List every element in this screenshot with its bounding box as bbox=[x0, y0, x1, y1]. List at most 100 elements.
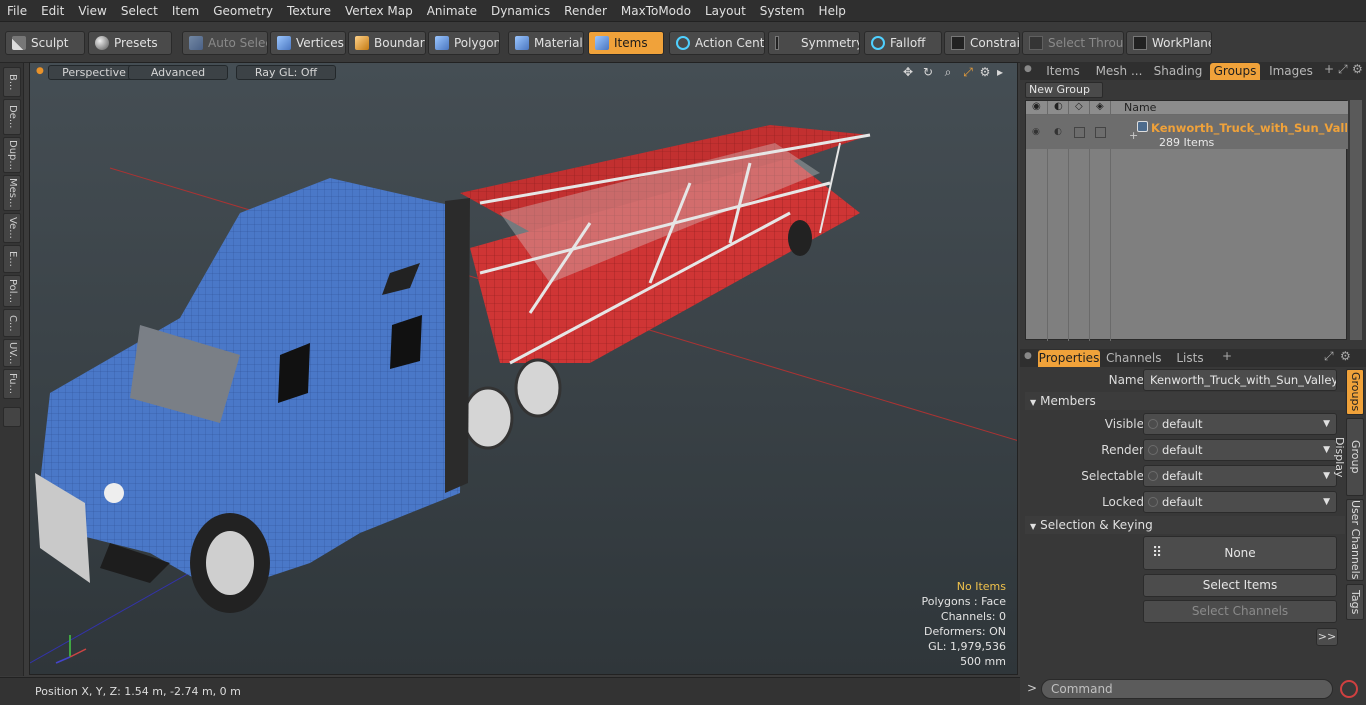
side-tab-user-channels[interactable]: User Channels bbox=[1346, 499, 1364, 581]
left-tab-8[interactable]: C... bbox=[3, 309, 21, 337]
members-section[interactable]: ▼ Members bbox=[1025, 392, 1345, 410]
side-tab-group-display[interactable]: Group Display bbox=[1333, 418, 1364, 496]
expand-icon[interactable]: ⤢ bbox=[1338, 62, 1348, 77]
name-field[interactable]: Kenworth_Truck_with_Sun_Valley_Car bbox=[1143, 369, 1337, 391]
side-tab-groups[interactable]: Groups bbox=[1346, 369, 1364, 415]
raygl-dropdown[interactable]: Ray GL: Off bbox=[236, 65, 336, 80]
locked-row: Locked default ▼ bbox=[1020, 491, 1340, 513]
shading-mode-dropdown[interactable]: Advanced bbox=[128, 65, 228, 80]
command-input[interactable]: Command bbox=[1041, 679, 1333, 699]
select-through-button[interactable]: Select Through bbox=[1022, 31, 1124, 55]
row-render-icon[interactable]: ◐ bbox=[1054, 127, 1062, 137]
modo-app: File Edit View Select Item Geometry Text… bbox=[0, 0, 1366, 705]
menu-maxtomodo[interactable]: MaxToModo bbox=[614, 0, 698, 22]
sculpt-button[interactable]: Sculpt bbox=[5, 31, 85, 55]
left-tab-1[interactable]: B... bbox=[3, 67, 21, 97]
menu-view[interactable]: View bbox=[71, 0, 113, 22]
eye-icon[interactable]: ◉ bbox=[1032, 101, 1041, 112]
new-group-button[interactable]: New Group bbox=[1025, 82, 1103, 98]
left-tab-10[interactable]: Fu... bbox=[3, 369, 21, 399]
viewport-dot-icon[interactable]: ● bbox=[36, 66, 44, 76]
left-tab-7[interactable]: Pol... bbox=[3, 275, 21, 307]
panel-gear-icon[interactable]: ⚙ bbox=[1352, 62, 1363, 76]
boundary-button[interactable]: Boundary bbox=[348, 31, 426, 55]
menu-render[interactable]: Render bbox=[557, 0, 614, 22]
row-eye-icon[interactable]: ◉ bbox=[1032, 127, 1040, 137]
menu-system[interactable]: System bbox=[753, 0, 812, 22]
menu-help[interactable]: Help bbox=[812, 0, 853, 22]
left-tab-4[interactable]: Mes... bbox=[3, 175, 21, 211]
rotate-view-icon[interactable]: ↻ bbox=[921, 65, 935, 79]
left-tab-collapse[interactable] bbox=[3, 407, 21, 427]
group-name[interactable]: Kenworth_Truck_with_Sun_Vall ... bbox=[1151, 121, 1347, 135]
visible-label: Visible bbox=[1104, 417, 1144, 431]
left-tab-6[interactable]: E... bbox=[3, 245, 21, 273]
panel-menu-icon[interactable]: ● bbox=[1024, 64, 1032, 74]
menu-edit[interactable]: Edit bbox=[34, 0, 71, 22]
materials-button[interactable]: Materials bbox=[508, 31, 584, 55]
polygons-button[interactable]: Polygons bbox=[428, 31, 500, 55]
workplane-button[interactable]: WorkPlane bbox=[1126, 31, 1212, 55]
keying-none-button[interactable]: ⠿ None bbox=[1143, 536, 1337, 570]
more-button[interactable]: >> bbox=[1316, 628, 1338, 646]
symmetry-button[interactable]: Symmetry bbox=[768, 31, 860, 55]
add-tab-icon[interactable]: + bbox=[1324, 62, 1334, 76]
row-lock-checkbox[interactable] bbox=[1074, 127, 1085, 138]
play-arrow-icon[interactable]: ▸ bbox=[993, 65, 1007, 79]
tab-items[interactable]: Items bbox=[1038, 63, 1088, 80]
action-center-button[interactable]: Action Center bbox=[669, 31, 765, 55]
left-tab-5[interactable]: Ve... bbox=[3, 213, 21, 243]
menu-geometry[interactable]: Geometry bbox=[206, 0, 280, 22]
tab-groups[interactable]: Groups bbox=[1210, 63, 1260, 80]
presets-button[interactable]: Presets bbox=[88, 31, 172, 55]
falloff-button[interactable]: Falloff bbox=[864, 31, 942, 55]
3d-viewport[interactable]: ● Perspective Advanced Ray GL: Off ✥ ↻ ⌕… bbox=[29, 62, 1018, 675]
prop-gear-icon[interactable]: ⚙ bbox=[1340, 349, 1351, 363]
gear-icon[interactable]: ⚙ bbox=[978, 65, 992, 79]
selection-keying-section[interactable]: ▼ Selection & Keying bbox=[1025, 516, 1345, 534]
vertices-button[interactable]: Vertices1 bbox=[270, 31, 346, 55]
tab-images[interactable]: Images bbox=[1264, 63, 1318, 80]
tab-properties[interactable]: Properties bbox=[1038, 350, 1100, 367]
select-icon[interactable]: ◈ bbox=[1096, 101, 1104, 112]
name-column-header[interactable]: Name bbox=[1124, 101, 1156, 114]
prop-expand-icon[interactable]: ⤢ bbox=[1324, 349, 1334, 364]
move-view-icon[interactable]: ✥ bbox=[901, 65, 915, 79]
group-row[interactable]: ◉ ◐ + Kenworth_Truck_with_Sun_Vall ... 2… bbox=[1026, 115, 1348, 149]
zoom-view-icon[interactable]: ⌕ bbox=[941, 65, 955, 79]
left-tab-3[interactable]: Dup... bbox=[3, 137, 21, 173]
menu-item[interactable]: Item bbox=[165, 0, 206, 22]
select-channels-button[interactable]: Select Channels bbox=[1143, 600, 1337, 623]
auto-select-button[interactable]: Auto Select bbox=[182, 31, 268, 55]
select-items-button[interactable]: Select Items bbox=[1143, 574, 1337, 597]
render-dropdown[interactable]: default ▼ bbox=[1143, 439, 1337, 461]
tab-mesh[interactable]: Mesh ... bbox=[1092, 63, 1146, 80]
menu-animate[interactable]: Animate bbox=[420, 0, 484, 22]
menu-texture[interactable]: Texture bbox=[280, 0, 338, 22]
record-icon[interactable] bbox=[1340, 680, 1358, 698]
maximize-view-icon[interactable]: ⤢ bbox=[961, 65, 975, 79]
constraints-button[interactable]: Constrai... bbox=[944, 31, 1020, 55]
tab-channels[interactable]: Channels bbox=[1106, 350, 1162, 367]
menu-vertex-map[interactable]: Vertex Map bbox=[338, 0, 420, 22]
add-prop-tab-icon[interactable]: + bbox=[1222, 349, 1232, 363]
row-select-checkbox[interactable] bbox=[1095, 127, 1106, 138]
tab-lists[interactable]: Lists bbox=[1164, 350, 1216, 367]
menu-dynamics[interactable]: Dynamics bbox=[484, 0, 557, 22]
side-tab-tags[interactable]: Tags bbox=[1346, 584, 1364, 620]
locked-dropdown[interactable]: default ▼ bbox=[1143, 491, 1337, 513]
left-tab-2[interactable]: De... bbox=[3, 99, 21, 135]
menu-file[interactable]: File bbox=[0, 0, 34, 22]
menu-select[interactable]: Select bbox=[114, 0, 165, 22]
render-icon[interactable]: ◐ bbox=[1054, 101, 1063, 112]
view-type-dropdown[interactable]: Perspective bbox=[48, 65, 140, 80]
menu-layout[interactable]: Layout bbox=[698, 0, 753, 22]
selectable-dropdown[interactable]: default ▼ bbox=[1143, 465, 1337, 487]
lock-icon[interactable]: ◇ bbox=[1075, 101, 1083, 112]
left-tab-9[interactable]: UV... bbox=[3, 339, 21, 367]
visible-dropdown[interactable]: default ▼ bbox=[1143, 413, 1337, 435]
properties-menu-icon[interactable]: ● bbox=[1024, 351, 1032, 361]
tab-shading[interactable]: Shading bbox=[1150, 63, 1206, 80]
items-button[interactable]: Items bbox=[588, 31, 664, 55]
group-list-scrollbar[interactable] bbox=[1350, 100, 1362, 340]
